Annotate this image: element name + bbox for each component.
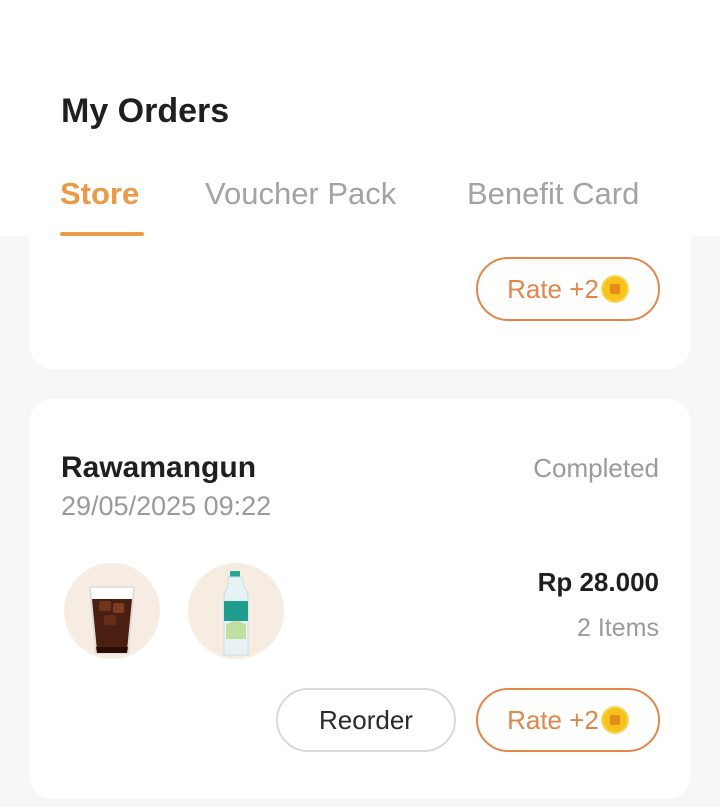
order-status: Completed [533,453,659,483]
rate-label: Rate +2 [507,273,599,304]
reorder-button[interactable]: Reorder [276,688,456,752]
tab-benefit-card[interactable]: Benefit Card [467,176,639,212]
rate-button[interactable]: Rate +2 [476,688,660,752]
order-card[interactable]: Rawamangun 29/05/2025 09:22 Completed Rp… [30,399,690,799]
iced-coffee-icon [64,563,160,659]
store-name: Rawamangun [61,451,257,484]
coin-icon [600,275,629,303]
coin-icon [600,706,629,734]
tab-voucher-pack[interactable]: Voucher Pack [205,176,396,212]
order-item-count: 2 Items [577,614,659,642]
header: My Orders Store Voucher Pack Benefit Car… [0,0,720,236]
order-price: Rp 28.000 [537,567,659,597]
tab-bar: Store Voucher Pack Benefit Card [0,172,720,236]
page-title: My Orders [61,92,230,130]
active-tab-indicator [60,232,144,236]
rate-button[interactable]: Rate +2 [476,257,660,321]
order-datetime: 29/05/2025 09:22 [61,491,272,521]
tab-store[interactable]: Store [60,176,139,212]
water-bottle-icon [188,563,284,659]
rate-label: Rate +2 [507,704,599,735]
